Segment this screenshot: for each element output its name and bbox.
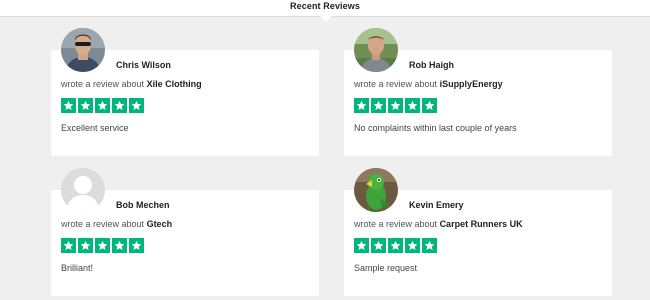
reviewer-name[interactable]: Chris Wilson	[116, 60, 171, 70]
review-text: Sample request	[354, 263, 418, 273]
star-icon	[95, 238, 110, 253]
star-icon	[129, 98, 144, 113]
avatar[interactable]	[61, 168, 105, 212]
star-icon	[371, 238, 386, 253]
review-text: Excellent service	[61, 123, 129, 133]
review-action-text: wrote a review about	[61, 219, 145, 229]
star-icon	[388, 238, 403, 253]
star-icon	[95, 98, 110, 113]
page-title: Recent Reviews	[290, 1, 360, 11]
star-rating	[61, 238, 144, 253]
review-text: Brilliant!	[61, 263, 94, 273]
star-icon	[371, 98, 386, 113]
avatar[interactable]	[354, 168, 398, 212]
star-icon	[78, 238, 93, 253]
star-icon	[388, 98, 403, 113]
star-icon	[112, 98, 127, 113]
review-action-text: wrote a review about	[354, 219, 438, 229]
reviewer-name[interactable]: Bob Mechen	[116, 200, 170, 210]
company-link[interactable]: iSupplyEnergy	[440, 79, 503, 89]
star-icon	[61, 238, 76, 253]
review-action-text: wrote a review about	[354, 79, 438, 89]
star-icon	[112, 238, 127, 253]
avatar[interactable]	[61, 28, 105, 72]
header-bar: Recent Reviews	[0, 0, 650, 17]
review-text: No complaints within last couple of year…	[354, 123, 517, 133]
star-rating	[354, 98, 437, 113]
company-link[interactable]: Xile Clothing	[147, 79, 202, 89]
star-icon	[78, 98, 93, 113]
star-icon	[354, 98, 369, 113]
reviewer-name[interactable]: Kevin Emery	[409, 200, 464, 210]
star-icon	[61, 98, 76, 113]
star-icon	[422, 98, 437, 113]
star-icon	[405, 238, 420, 253]
avatar[interactable]	[354, 28, 398, 72]
reviewer-name[interactable]: Rob Haigh	[409, 60, 454, 70]
header-pointer	[320, 16, 332, 22]
review-action-text: wrote a review about	[61, 79, 145, 89]
star-icon	[405, 98, 420, 113]
review-summary: wrote a review about Carpet Runners UK	[354, 219, 523, 229]
review-summary: wrote a review about iSupplyEnergy	[354, 79, 503, 89]
star-rating	[61, 98, 144, 113]
star-icon	[354, 238, 369, 253]
star-icon	[422, 238, 437, 253]
company-link[interactable]: Gtech	[147, 219, 173, 229]
review-summary: wrote a review about Xile Clothing	[61, 79, 202, 89]
star-icon	[129, 238, 144, 253]
review-summary: wrote a review about Gtech	[61, 219, 172, 229]
company-link[interactable]: Carpet Runners UK	[440, 219, 523, 229]
star-rating	[354, 238, 437, 253]
